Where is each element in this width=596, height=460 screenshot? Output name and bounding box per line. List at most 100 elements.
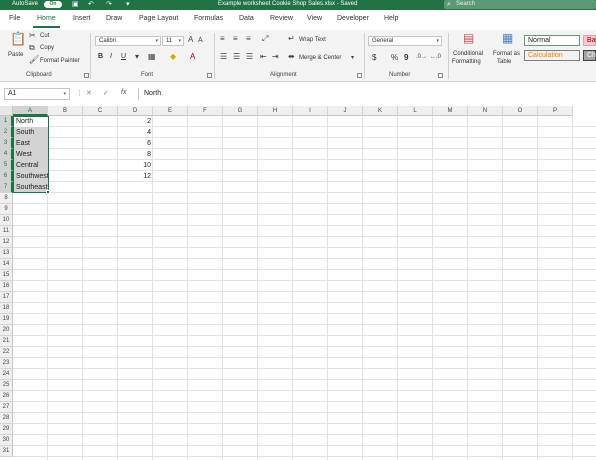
underline-button[interactable]: U [121,53,126,60]
tab-data[interactable]: Data [239,15,254,22]
decrease-decimal-icon[interactable]: ←.0 [430,52,441,62]
cell-a7[interactable]: Southeast [16,182,48,193]
row-header-25[interactable]: 25 [0,380,13,391]
row-header-31[interactable]: 31 [0,446,13,457]
align-right-icon[interactable]: ☰ [246,52,253,62]
italic-button[interactable]: I [110,53,112,60]
quick-access-icon[interactable]: ▾ [126,0,130,8]
row-header-20[interactable]: 20 [0,325,13,336]
row-header-24[interactable]: 24 [0,369,13,380]
orientation-icon[interactable]: ⤢ [262,34,268,44]
tab-home[interactable]: Home [33,15,60,28]
copy-button[interactable]: Copy [40,45,54,51]
row-header-29[interactable]: 29 [0,424,13,435]
cell-a2[interactable]: South [16,127,34,138]
row-header-23[interactable]: 23 [0,358,13,369]
style-bad[interactable]: Bad [583,35,596,46]
merge-center-icon[interactable]: ⬌ [288,52,295,62]
align-left-icon[interactable]: ☰ [220,52,227,62]
decrease-font-icon[interactable]: A [198,36,203,46]
cell-a6[interactable]: Southwest [16,171,49,182]
insert-function-icon[interactable]: fx [121,89,126,96]
row-header-28[interactable]: 28 [0,413,13,424]
row-header-13[interactable]: 13 [0,248,13,259]
row-header-30[interactable]: 30 [0,435,13,446]
style-normal[interactable]: Normal [524,35,580,46]
tab-view[interactable]: View [307,15,322,22]
row-header-7[interactable]: 7 [0,182,13,193]
cell-a4[interactable]: West [16,149,32,160]
copy-icon[interactable]: ⧉ [29,43,35,53]
cell-area[interactable] [13,116,596,460]
comma-style-button[interactable]: 9 [404,53,408,62]
bold-button[interactable]: B [98,53,103,60]
row-header-4[interactable]: 4 [0,149,13,160]
font-name-select[interactable]: Calibri ▾ [95,36,161,46]
row-header-9[interactable]: 9 [0,204,13,215]
row-header-10[interactable]: 10 [0,215,13,226]
cell-a5[interactable]: Central [16,160,39,171]
format-as-table-line2[interactable]: Table [497,59,511,65]
chevron-down-icon[interactable]: ▾ [351,53,354,63]
column-header-k[interactable]: K [363,106,398,116]
column-header-c[interactable]: C [83,106,118,116]
font-color-icon[interactable]: A [190,52,195,62]
increase-font-icon[interactable]: A [188,35,193,45]
percent-button[interactable]: % [391,53,398,62]
tab-formulas[interactable]: Formulas [194,15,223,22]
wrap-text-icon[interactable]: ↵ [288,34,295,44]
tab-insert[interactable]: Insert [73,15,91,22]
font-launcher-icon[interactable] [207,73,212,78]
tab-draw[interactable]: Draw [106,15,122,22]
cell-d1[interactable]: 2 [118,116,151,127]
align-center-icon[interactable]: ☰ [233,52,240,62]
fill-color-icon[interactable]: ◆ [170,52,176,62]
column-header-g[interactable]: G [223,106,258,116]
cell-d3[interactable]: 6 [118,138,151,149]
column-header-p[interactable]: P [538,106,573,116]
cell-a1[interactable]: North [16,116,33,127]
row-header-14[interactable]: 14 [0,259,13,270]
row-header-19[interactable]: 19 [0,314,13,325]
row-header-5[interactable]: 5 [0,160,13,171]
style-check-cell[interactable]: Che [583,50,596,61]
row-header-16[interactable]: 16 [0,281,13,292]
align-bottom-icon[interactable]: ≡ [246,34,251,44]
merge-center-button[interactable]: Merge & Center [299,55,341,61]
formula-input[interactable]: North [138,88,596,100]
tab-review[interactable]: Review [270,15,293,22]
row-header-17[interactable]: 17 [0,292,13,303]
number-format-select[interactable]: General ▾ [368,36,442,46]
conditional-formatting-line2[interactable]: Formatting [452,59,481,65]
undo-icon[interactable]: ↶ [88,0,94,8]
row-header-18[interactable]: 18 [0,303,13,314]
enter-icon[interactable]: ✓ [103,89,109,97]
style-calculation[interactable]: Calculation [524,50,580,61]
row-header-22[interactable]: 22 [0,347,13,358]
cell-d2[interactable]: 4 [118,127,151,138]
align-top-icon[interactable]: ≡ [220,34,225,44]
row-header-27[interactable]: 27 [0,402,13,413]
column-header-m[interactable]: M [433,106,468,116]
column-header-a[interactable]: A [13,106,48,116]
borders-icon[interactable]: ▦ [148,52,156,62]
column-header-f[interactable]: F [188,106,223,116]
decrease-indent-icon[interactable]: ⇤ [260,52,267,62]
select-all-button[interactable] [0,106,13,116]
font-size-select[interactable]: 11 ▾ [162,36,184,46]
paste-button[interactable]: Paste [8,52,23,58]
row-header-8[interactable]: 8 [0,193,13,204]
column-header-d[interactable]: D [118,106,153,116]
row-header-6[interactable]: 6 [0,171,13,182]
cell-d6[interactable]: 12 [118,171,151,182]
wrap-text-button[interactable]: Wrap Text [299,37,326,43]
redo-icon[interactable]: ↷ [106,0,112,8]
align-middle-icon[interactable]: ≡ [233,34,238,44]
alignment-launcher-icon[interactable] [357,73,362,78]
column-header-h[interactable]: H [258,106,293,116]
number-launcher-icon[interactable] [438,73,443,78]
row-header-26[interactable]: 26 [0,391,13,402]
cut-button[interactable]: Cut [40,33,49,39]
save-icon[interactable]: ▣ [72,0,79,8]
conditional-formatting-line1[interactable]: Conditional [453,51,483,57]
